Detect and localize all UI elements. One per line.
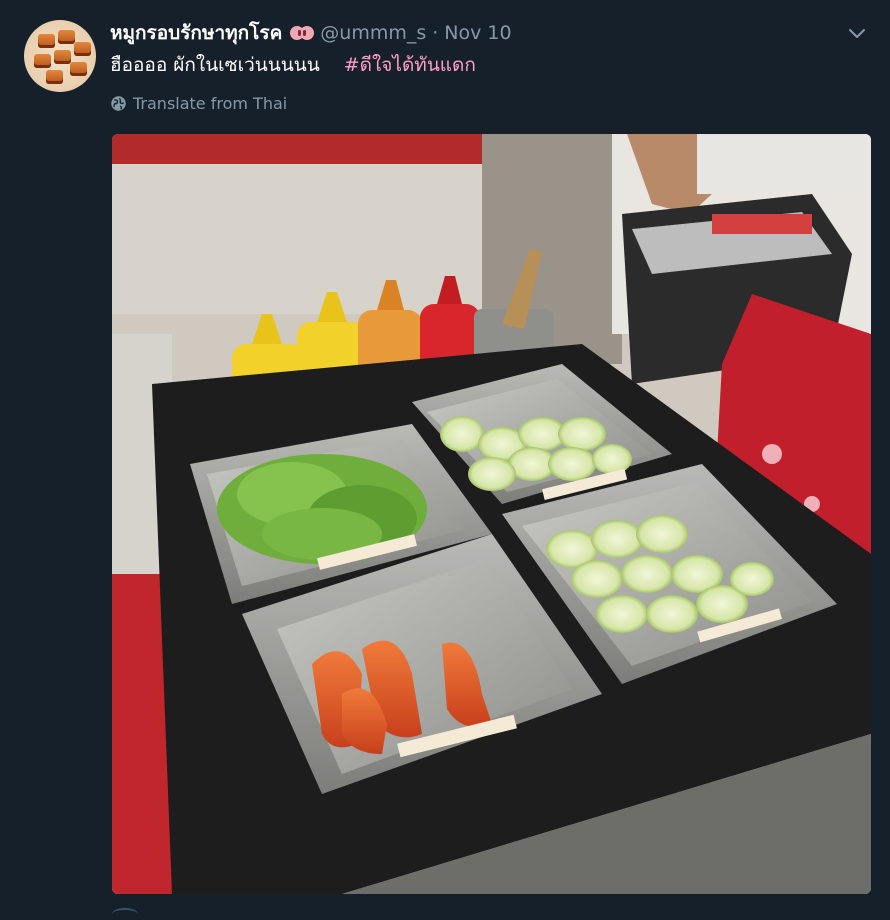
avatar-food-piece (70, 62, 87, 76)
reply-icon-partial[interactable] (112, 908, 138, 920)
hashtag-link[interactable]: #ดีใจได้ทันแดก (344, 54, 476, 76)
display-name[interactable]: หมูกรอบรักษาทุกโรค (110, 18, 282, 48)
avatar-food-piece (74, 42, 91, 56)
translate-label: Translate from Thai (133, 94, 288, 113)
tweet-date[interactable]: Nov 10 (444, 22, 511, 44)
chevron-down-icon[interactable] (848, 24, 866, 42)
tweet[interactable]: หมูกรอบรักษาทุกโรค @ummm_s · Nov 10 ฮืออ… (0, 0, 890, 918)
tweet-body-text: ฮืออออ ผักในเซเว่นนนนน (110, 54, 320, 76)
tweet-text: ฮืออออ ผักในเซเว่นนนนน #ดีใจได้ทันแดก (110, 50, 476, 80)
salad-bar-photo (112, 134, 871, 894)
separator-dot: · (432, 22, 439, 44)
user-handle[interactable]: @ummm_s (320, 22, 426, 44)
avatar-food-piece (54, 50, 71, 64)
avatar-food-piece (38, 34, 55, 48)
pill-icon (290, 26, 315, 40)
tweet-header: หมูกรอบรักษาทุกโรค @ummm_s · Nov 10 (110, 18, 512, 48)
translate-link[interactable]: Translate from Thai (110, 94, 287, 113)
avatar-food-piece (46, 70, 63, 84)
tweet-photo[interactable] (112, 134, 871, 894)
avatar-food-piece (34, 54, 51, 68)
avatar[interactable] (24, 20, 96, 92)
globe-icon (111, 96, 126, 111)
avatar-food-piece (58, 30, 75, 44)
